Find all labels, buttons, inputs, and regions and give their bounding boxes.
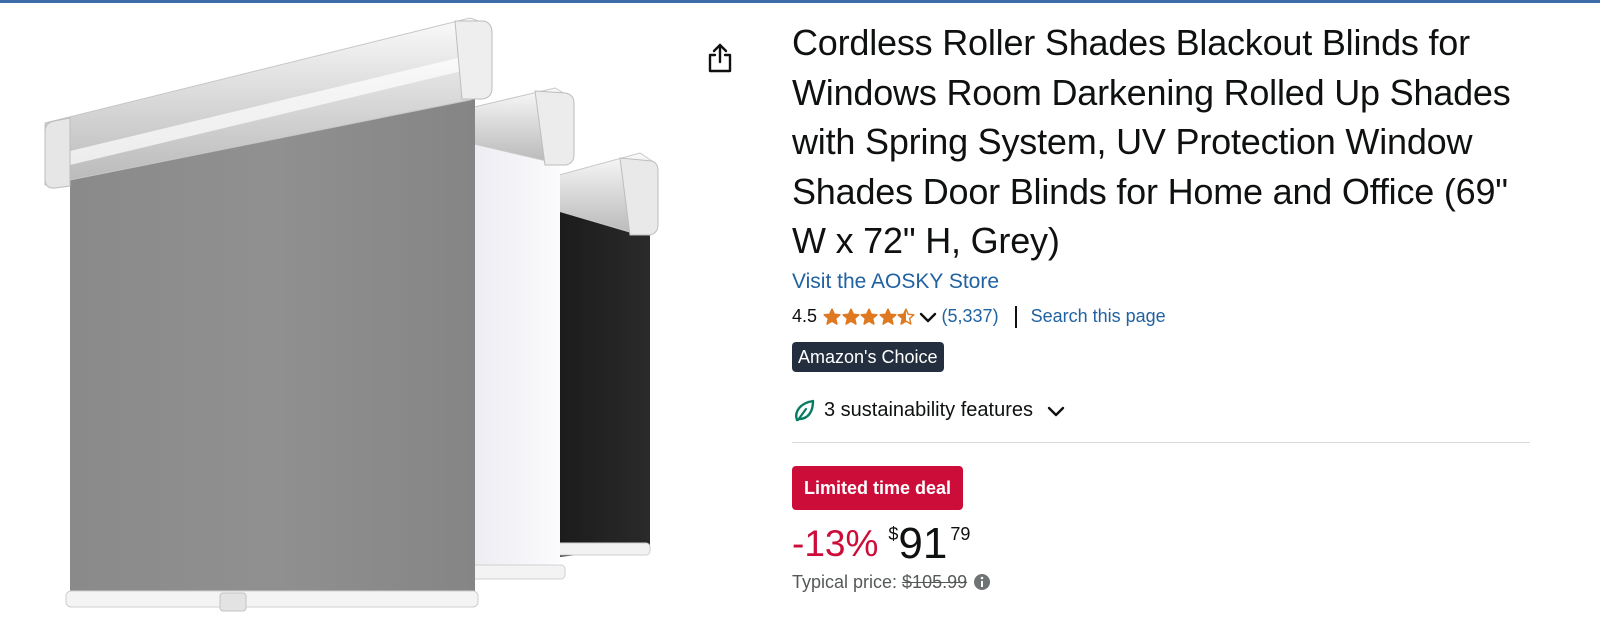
review-count-link[interactable]: (5,337): [942, 306, 999, 327]
rating-popover-button[interactable]: [918, 310, 938, 324]
price-fraction: 79: [950, 523, 971, 544]
star-icon: [897, 308, 915, 325]
sustainability-label: 3 sustainability features: [824, 399, 1034, 421]
price-row: -13% $ 91 79: [792, 518, 1532, 568]
share-icon: [708, 43, 732, 73]
black-shade: [547, 152, 659, 558]
typical-price-value: $105.99: [902, 571, 968, 592]
star-rating[interactable]: [823, 308, 916, 326]
product-title: Cordless Roller Shades Blackout Blinds f…: [792, 22, 1511, 261]
rating-row: 4.5 (5,337) Search this page: [792, 304, 1532, 330]
typical-price-row: Typical price: $105.99: [792, 572, 1532, 593]
share-button[interactable]: [702, 40, 738, 76]
product-details: Cordless Roller Shades Blackout Blinds f…: [792, 18, 1532, 593]
limited-time-deal-badge: Limited time deal: [792, 465, 964, 510]
discount-percent: -13%: [792, 522, 879, 564]
sustainability-features-toggle[interactable]: 3 sustainability features: [792, 396, 1532, 426]
search-page-link[interactable]: Search this page: [1031, 306, 1166, 327]
info-icon[interactable]: [973, 573, 991, 591]
star-icon: [879, 308, 897, 325]
amazons-choice-badge: Amazon's Choice: [792, 341, 944, 372]
leaf-icon: [792, 398, 816, 424]
white-shade: [469, 87, 575, 580]
grey-shade: [44, 17, 493, 612]
star-icon: [860, 308, 878, 325]
price-whole: 91: [898, 518, 948, 568]
star-icon: [823, 308, 841, 325]
product-image[interactable]: [0, 3, 690, 619]
rating-value: 4.5: [792, 306, 818, 326]
price-currency-symbol: $: [888, 523, 899, 544]
chevron-down-icon: [1045, 404, 1067, 418]
divider: [1014, 305, 1017, 328]
typical-price-label: Typical price:: [792, 571, 898, 592]
chevron-down-icon: [919, 312, 936, 322]
star-icon: [842, 308, 860, 325]
store-link[interactable]: Visit the AOSKY Store: [792, 268, 1532, 296]
